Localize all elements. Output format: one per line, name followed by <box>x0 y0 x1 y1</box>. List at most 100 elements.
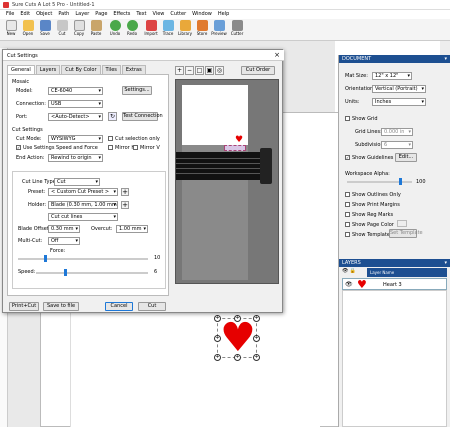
blade-offset-input[interactable]: 0.30 mm <box>48 225 80 233</box>
save-button[interactable]: Save <box>37 20 53 40</box>
mat-size-select[interactable]: 12" x 12" <box>372 72 412 80</box>
zoom-fit-icon[interactable]: □ <box>195 66 204 75</box>
mirror-h-checkbox[interactable] <box>108 145 113 150</box>
add-holder-button[interactable]: + <box>121 201 129 209</box>
menu-view[interactable]: View <box>153 10 165 19</box>
zoom-in-icon[interactable]: + <box>175 66 184 75</box>
tab-layers[interactable]: Layers <box>35 65 61 74</box>
tab-cut-by-color[interactable]: Cut By Color <box>61 65 101 74</box>
show-page-color-checkbox[interactable] <box>345 222 350 227</box>
show-reg-marks-checkbox[interactable] <box>345 212 350 217</box>
library-button[interactable]: Library <box>177 20 193 40</box>
cut-line-type-select[interactable]: Cut <box>54 178 100 186</box>
menu-layer[interactable]: Layer <box>75 10 89 19</box>
redo-button[interactable]: Redo <box>124 20 140 40</box>
port-select[interactable]: <Auto-Detect> <box>48 113 103 121</box>
holder-select[interactable]: Blade (0.30 mm, 1.00 mm) <box>48 201 118 209</box>
cut-selection-only-checkbox[interactable] <box>108 136 113 141</box>
tab-tiles[interactable]: Tiles <box>101 65 121 74</box>
document-panel-header[interactable]: DOCUMENT ▾ <box>339 55 450 63</box>
mirror-v-checkbox[interactable] <box>133 145 138 150</box>
preset-select[interactable]: < Custom Cut Preset > <box>48 188 118 196</box>
cut-mode-select[interactable]: WYSIWYG <box>48 135 103 143</box>
overcut-label: Overcut: <box>91 226 113 232</box>
use-speed-force-checkbox[interactable]: ✓ <box>16 145 21 150</box>
layer-row[interactable]: 👁 ♥ Heart 3 <box>342 278 447 291</box>
orientation-select[interactable]: Vertical (Portrait) <box>372 85 426 93</box>
menu-path[interactable]: Path <box>58 10 69 19</box>
subdivision-input[interactable]: 6 <box>381 141 413 149</box>
page-color-swatch[interactable] <box>397 220 407 227</box>
workspace-alpha-slider[interactable] <box>347 178 412 185</box>
cutter-button[interactable]: Cutter <box>229 20 245 40</box>
menu-object[interactable]: Object <box>36 10 52 19</box>
multi-cut-select[interactable]: Off <box>48 237 80 245</box>
units-select[interactable]: Inches <box>372 98 426 106</box>
dialog-title-bar[interactable]: Cut Settings × <box>3 50 284 61</box>
settings-button[interactable]: Settings... <box>122 86 152 95</box>
connection-select[interactable]: USB <box>48 100 103 108</box>
heart-shape[interactable]: ♥ <box>220 318 256 358</box>
show-guidelines-checkbox[interactable]: ✓ <box>345 155 350 160</box>
cancel-button[interactable]: Cancel <box>105 302 133 311</box>
force-thumb[interactable] <box>44 255 47 262</box>
show-outlines-checkbox[interactable] <box>345 192 350 197</box>
copy-button[interactable]: Copy <box>71 20 87 40</box>
menu-text[interactable]: Text <box>136 10 146 19</box>
speed-slider[interactable] <box>36 269 148 276</box>
zoom-page-icon[interactable]: ▣ <box>205 66 214 75</box>
tab-extras[interactable]: Extras <box>121 65 146 74</box>
show-page-color-label: Show Page Color <box>352 222 394 228</box>
collapse-icon[interactable]: ▾ <box>444 55 447 63</box>
speed-thumb[interactable] <box>64 269 67 276</box>
save-to-file-button[interactable]: Save to file <box>43 302 79 311</box>
layers-panel-header[interactable]: LAYERS ▾ <box>339 259 450 267</box>
cut-tool-button[interactable]: Cut <box>54 20 70 40</box>
print-cut-button[interactable]: Print+Cut <box>9 302 39 311</box>
cut-button[interactable]: Cut <box>138 302 166 311</box>
layer-list[interactable] <box>342 290 447 427</box>
menu-help[interactable]: Help <box>218 10 229 19</box>
menu-page[interactable]: Page <box>95 10 107 19</box>
menu-file[interactable]: File <box>6 10 14 19</box>
store-button[interactable]: Store <box>194 20 210 40</box>
workspace-alpha-thumb[interactable] <box>399 178 402 185</box>
force-slider[interactable] <box>18 255 148 262</box>
scissors-icon <box>56 20 68 31</box>
menu-effects[interactable]: Effects <box>113 10 130 19</box>
show-template-checkbox[interactable] <box>345 232 350 237</box>
tab-general[interactable]: General <box>7 65 35 74</box>
close-icon[interactable]: × <box>273 51 281 59</box>
selection-box[interactable]: + + + + + + + + ♥ <box>214 315 260 361</box>
zoom-out-icon[interactable]: − <box>185 66 194 75</box>
layer-visibility-icon[interactable]: 👁 <box>345 281 353 288</box>
set-template-button[interactable]: Set Template <box>389 229 423 238</box>
show-print-margins-checkbox[interactable] <box>345 202 350 207</box>
model-select[interactable]: CE-6040 <box>48 87 103 95</box>
menu-cutter[interactable]: Cutter <box>170 10 186 19</box>
end-action-select[interactable]: Rewind to origin <box>48 154 103 162</box>
test-connection-button[interactable]: Test Connection <box>122 112 163 121</box>
menu-edit[interactable]: Edit <box>20 10 30 19</box>
layers-collapse-icon[interactable]: ▾ <box>444 259 447 267</box>
undo-button[interactable]: Undo <box>107 20 123 40</box>
import-icon <box>145 20 157 31</box>
trace-button[interactable]: Trace <box>160 20 176 40</box>
import-button[interactable]: Import <box>143 20 159 40</box>
add-preset-button[interactable]: + <box>121 188 129 196</box>
menu-window[interactable]: Window <box>192 10 212 19</box>
zoom-selection-icon[interactable]: ◎ <box>215 66 224 75</box>
paste-button[interactable]: Paste <box>88 20 104 40</box>
edit-guidelines-button[interactable]: Edit... <box>395 153 417 162</box>
refresh-icon[interactable]: ↻ <box>108 112 117 121</box>
show-grid-checkbox[interactable] <box>345 116 350 121</box>
preview-button[interactable]: Preview <box>211 20 227 40</box>
cut-lines-select[interactable]: Cut cut lines <box>48 213 118 221</box>
new-button[interactable]: New <box>3 20 19 40</box>
cut-order-button[interactable]: Cut Order <box>241 66 275 75</box>
overcut-input[interactable]: 1.00 mm <box>116 225 148 233</box>
open-button[interactable]: Open <box>20 20 36 40</box>
grid-lines-input[interactable]: 0.000 in <box>381 128 413 136</box>
show-template-label: Show Template <box>352 232 390 238</box>
cut-preview[interactable]: ♥ <box>175 79 279 284</box>
